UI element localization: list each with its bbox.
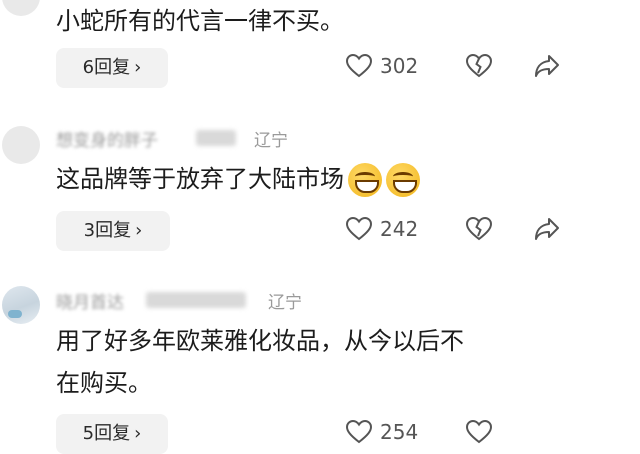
like-button[interactable]: 254 — [346, 420, 418, 444]
username[interactable]: 想变身的胖子 — [56, 126, 158, 151]
share-arrow-icon — [535, 55, 559, 77]
chevron-right-icon: › — [135, 220, 143, 241]
heart-outline-icon — [346, 217, 372, 241]
chevron-right-icon: › — [134, 57, 142, 78]
share-button[interactable] — [534, 54, 560, 78]
broken-heart-icon — [466, 420, 492, 444]
reply-button[interactable]: 6回复 › — [56, 48, 168, 88]
dislike-button[interactable] — [466, 217, 492, 241]
dislike-button[interactable] — [466, 54, 492, 78]
comment-text-line: 用了好多年欧莱雅化妆品，从今以后不 — [56, 327, 464, 355]
heart-outline-icon — [346, 420, 372, 444]
grin-emoji-icon — [348, 163, 382, 197]
avatar[interactable] — [2, 0, 40, 16]
grin-emoji-icon — [386, 163, 420, 197]
share-arrow-icon — [535, 218, 559, 240]
avatar[interactable] — [2, 126, 40, 164]
like-button[interactable]: 302 — [346, 54, 418, 78]
like-button[interactable]: 242 — [346, 217, 418, 241]
share-button[interactable] — [534, 217, 560, 241]
reply-label: 5回复 — [82, 423, 131, 444]
heart-outline-icon — [346, 54, 372, 78]
redacted-username-tail — [196, 130, 236, 146]
location: 辽宁 — [254, 131, 288, 151]
username[interactable]: 晓月首达 — [56, 288, 124, 313]
broken-heart-icon — [466, 54, 492, 78]
reply-button[interactable]: 3回复 › — [56, 211, 170, 251]
comment-text-line: 在购买。 — [56, 369, 152, 397]
comment-text: 这品牌等于放弃了大陆市场 — [56, 160, 420, 198]
reply-label: 6回复 — [82, 57, 131, 78]
comment-text-line: 这品牌等于放弃了大陆市场 — [56, 165, 344, 193]
broken-heart-icon — [466, 217, 492, 241]
redacted-username-tail — [146, 292, 246, 308]
dislike-button[interactable] — [466, 420, 492, 444]
reply-button[interactable]: 5回复 › — [56, 414, 168, 454]
chevron-right-icon: › — [134, 423, 142, 444]
comment-text: 小蛇所有的代言一律不买。 — [56, 7, 344, 35]
like-count: 302 — [380, 54, 419, 78]
like-count: 242 — [380, 217, 419, 241]
like-count: 254 — [380, 420, 419, 444]
reply-label: 3回复 — [83, 220, 132, 241]
location: 辽宁 — [268, 293, 302, 313]
avatar[interactable] — [2, 286, 40, 324]
